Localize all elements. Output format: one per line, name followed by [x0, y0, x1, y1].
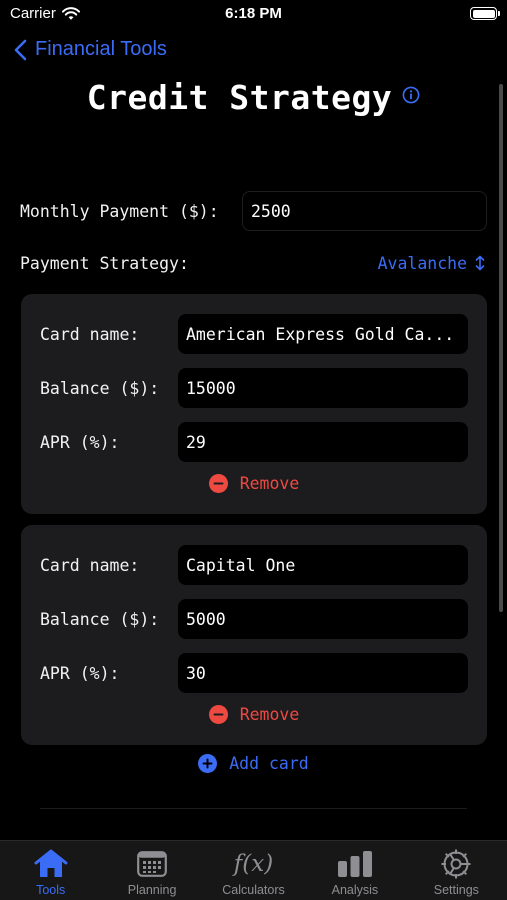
title-bar: Credit Strategy: [0, 78, 507, 117]
tab-settings[interactable]: Settings: [406, 841, 507, 900]
card-apr-input[interactable]: 29: [178, 422, 468, 462]
tab-label: Tools: [36, 883, 66, 897]
card-apr-label: APR (%):: [40, 663, 120, 683]
payment-strategy-label: Payment Strategy:: [20, 253, 189, 273]
tab-label: Analysis: [331, 883, 379, 897]
info-icon[interactable]: [402, 86, 420, 104]
card-name-input[interactable]: Capital One: [178, 545, 468, 585]
tab-label: Planning: [127, 883, 177, 897]
minus-circle-icon: [208, 705, 228, 724]
card-balance-input[interactable]: 5000: [178, 599, 468, 639]
monthly-payment-row: Monthly Payment ($): 2500: [20, 191, 487, 231]
credit-card-entry: Card name: American Express Gold Ca... B…: [21, 294, 487, 514]
divider: [40, 808, 467, 809]
remove-card-button[interactable]: Remove: [21, 705, 487, 724]
card-balance-input[interactable]: 15000: [178, 368, 468, 408]
bar-chart-icon: [337, 851, 372, 877]
tab-analysis[interactable]: Analysis: [304, 841, 405, 900]
card-name-row: Card name: American Express Gold Ca...: [40, 314, 468, 354]
tab-planning[interactable]: Planning: [101, 841, 202, 900]
card-apr-row: APR (%): 30: [40, 653, 468, 693]
credit-card-entry: Card name: Capital One Balance ($): 5000…: [21, 525, 487, 745]
card-apr-label: APR (%):: [40, 432, 120, 452]
chevron-left-icon: [14, 39, 27, 60]
tab-tools[interactable]: Tools: [0, 841, 101, 900]
scroll-indicator[interactable]: [499, 84, 503, 612]
tab-label: Calculators: [222, 883, 285, 897]
tab-label: Settings: [433, 883, 479, 897]
house-icon: [34, 849, 68, 877]
status-bar: Carrier 6:18 PM: [0, 0, 507, 30]
page-title: Credit Strategy: [86, 78, 393, 117]
card-balance-label: Balance ($):: [40, 609, 160, 629]
card-balance-row: Balance ($): 15000: [40, 368, 468, 408]
card-balance-row: Balance ($): 5000: [40, 599, 468, 639]
calendar-icon: [137, 851, 168, 877]
tab-calculators[interactable]: f(x) Calculators: [203, 841, 304, 900]
add-card-button[interactable]: Add card: [0, 754, 507, 773]
remove-card-button[interactable]: Remove: [21, 474, 487, 493]
back-button[interactable]: Financial Tools: [14, 38, 167, 61]
payment-strategy-picker[interactable]: Avalanche: [378, 254, 487, 273]
payment-strategy-row: Payment Strategy: Avalanche: [20, 250, 487, 276]
plus-circle-icon: [198, 754, 218, 773]
status-time: 6:18 PM: [225, 5, 282, 22]
battery-icon: [470, 7, 500, 20]
card-name-input[interactable]: American Express Gold Ca...: [178, 314, 468, 354]
gear-icon: [441, 849, 471, 879]
function-icon: f(x): [233, 851, 274, 877]
monthly-payment-label: Monthly Payment ($):: [20, 201, 219, 221]
screen: Carrier 6:18 PM Financial Tools Credit S…: [0, 0, 507, 900]
card-apr-row: APR (%): 29: [40, 422, 468, 462]
card-name-label: Card name:: [40, 555, 140, 575]
card-apr-input[interactable]: 30: [178, 653, 468, 693]
monthly-payment-input[interactable]: 2500: [242, 191, 487, 231]
remove-card-label: Remove: [239, 474, 300, 493]
card-name-label: Card name:: [40, 324, 140, 344]
tab-bar: Tools Planning f(x) Calculators Analysis…: [0, 840, 507, 900]
back-label: Financial Tools: [35, 38, 167, 60]
payment-strategy-value: Avalanche: [377, 253, 467, 273]
minus-circle-icon: [208, 474, 228, 493]
card-name-row: Card name: Capital One: [40, 545, 468, 585]
add-card-label: Add card: [229, 754, 309, 773]
up-down-chevron-icon: [475, 255, 485, 271]
remove-card-label: Remove: [239, 705, 300, 724]
card-balance-label: Balance ($):: [40, 378, 160, 398]
